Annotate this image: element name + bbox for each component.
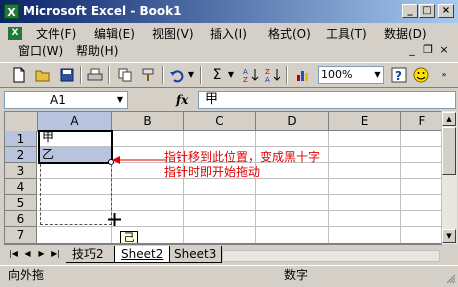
name-box-dropdown-icon[interactable]: ▼: [114, 93, 126, 107]
svg-text:Z: Z: [265, 68, 270, 76]
scroll-down-icon[interactable]: ▼: [442, 229, 456, 243]
sheet-tab-2-active[interactable]: Sheet2: [114, 246, 170, 263]
maximize-button[interactable]: □: [419, 4, 435, 18]
window-title: Microsoft Excel - Book1: [23, 4, 182, 18]
status-message: 向外拖: [8, 268, 45, 282]
toolbar-separator: [162, 66, 164, 84]
undo-dropdown-icon[interactable]: ▼: [186, 66, 196, 84]
gridline: [328, 131, 329, 243]
last-sheet-icon[interactable]: ▶|: [50, 247, 61, 261]
row-header-3[interactable]: 3: [5, 163, 37, 179]
autofill-tooltip: 己: [120, 231, 138, 243]
toolbar-separator: [108, 66, 110, 84]
column-header-c[interactable]: C: [184, 112, 256, 131]
annotation-arrow-icon: [112, 156, 166, 164]
chart-wizard-icon[interactable]: [294, 66, 312, 84]
crosshair-cursor-icon: [108, 213, 121, 226]
svg-text:A: A: [243, 68, 248, 76]
svg-text:A: A: [265, 76, 270, 84]
annotation-line-2: 指针时即开始拖动: [164, 165, 261, 179]
menu-view[interactable]: 视图(V): [152, 25, 194, 43]
horizontal-scrollbar[interactable]: [222, 250, 440, 262]
toolbar-separator: [200, 66, 202, 84]
status-mode: 数字: [284, 268, 309, 282]
next-sheet-icon[interactable]: ▶: [36, 247, 47, 261]
formula-input[interactable]: [198, 91, 456, 109]
row-header-1[interactable]: 1: [5, 131, 37, 147]
doc-restore-button[interactable]: ❐: [422, 44, 434, 56]
help-icon[interactable]: ?: [390, 66, 408, 84]
menu-window[interactable]: 窗口(W): [18, 42, 63, 60]
resize-grip-icon[interactable]: [446, 274, 456, 284]
sort-ascending-icon[interactable]: AZ: [242, 66, 260, 84]
cell-a1[interactable]: 甲: [42, 128, 54, 146]
gridline: [38, 226, 441, 227]
open-folder-icon[interactable]: [34, 66, 52, 84]
menu-tools[interactable]: 工具(T): [326, 25, 367, 43]
svg-text:?: ?: [395, 69, 402, 83]
menu-edit[interactable]: 编辑(E): [94, 25, 135, 43]
doc-close-button[interactable]: ×: [438, 44, 450, 56]
menu-format[interactable]: 格式(O): [268, 25, 311, 43]
doc-minimize-button[interactable]: _: [406, 44, 418, 56]
new-document-icon[interactable]: [10, 66, 28, 84]
row-header-2[interactable]: 2: [5, 147, 37, 163]
excel-app-icon[interactable]: X: [4, 4, 19, 19]
column-header-b[interactable]: B: [112, 112, 184, 131]
svg-text:Z: Z: [243, 76, 248, 84]
column-header-d[interactable]: D: [256, 112, 329, 131]
column-header-f[interactable]: F: [401, 112, 441, 131]
select-all-corner[interactable]: [5, 112, 38, 132]
menu-help[interactable]: 帮助(H): [76, 42, 118, 60]
toolbar-separator: [286, 66, 288, 84]
toolbar-separator: [80, 66, 82, 84]
previous-sheet-icon[interactable]: ◀: [22, 247, 33, 261]
print-icon[interactable]: [86, 66, 104, 84]
menu-data[interactable]: 数据(D): [384, 25, 427, 43]
name-box[interactable]: [4, 91, 128, 109]
annotation-text: 指针移到此位置，变成黑十字 指针时即开始拖动: [164, 150, 320, 180]
first-sheet-icon[interactable]: |◀: [8, 247, 19, 261]
sheet-tab-3[interactable]: Sheet3: [170, 246, 222, 263]
gridline: [183, 131, 184, 243]
scroll-thumb[interactable]: [442, 127, 456, 175]
name-box-value: A1: [50, 93, 66, 107]
autosum-icon[interactable]: Σ: [208, 66, 226, 84]
toolbar-options-icon[interactable]: »: [438, 66, 450, 84]
row-header-4[interactable]: 4: [5, 179, 37, 195]
gridline: [255, 131, 256, 243]
copy-icon[interactable]: [116, 66, 134, 84]
undo-icon[interactable]: [168, 66, 186, 84]
office-assistant-icon[interactable]: [412, 66, 430, 84]
column-header-e[interactable]: E: [329, 112, 401, 131]
drag-preview-outline: [40, 164, 112, 225]
zoom-dropdown-icon[interactable]: ▼: [372, 67, 383, 83]
sort-descending-icon[interactable]: ZA: [264, 66, 282, 84]
formula-content: 甲: [205, 92, 219, 107]
row-header-7[interactable]: 7: [5, 227, 37, 243]
row-header-5[interactable]: 5: [5, 195, 37, 211]
close-button[interactable]: ×: [438, 4, 454, 18]
sheet-tab-1[interactable]: 技巧2: [66, 246, 114, 263]
gridline: [400, 131, 401, 243]
annotation-line-1: 指针移到此位置，变成黑十字: [164, 150, 321, 164]
format-painter-icon[interactable]: [140, 66, 158, 84]
minimize-button[interactable]: _: [402, 4, 418, 18]
workbook-icon[interactable]: X: [8, 27, 22, 40]
scroll-up-icon[interactable]: ▲: [442, 112, 456, 126]
cell-a2[interactable]: 乙: [42, 145, 54, 163]
menu-insert[interactable]: 插入(I): [210, 25, 247, 43]
autosum-dropdown-icon[interactable]: ▼: [226, 66, 236, 84]
row-header-6[interactable]: 6: [5, 211, 37, 227]
zoom-value: 100%: [321, 68, 353, 81]
save-icon[interactable]: [58, 66, 76, 84]
menu-file[interactable]: 文件(F): [36, 25, 76, 43]
insert-function-icon[interactable]: fx: [176, 92, 188, 108]
